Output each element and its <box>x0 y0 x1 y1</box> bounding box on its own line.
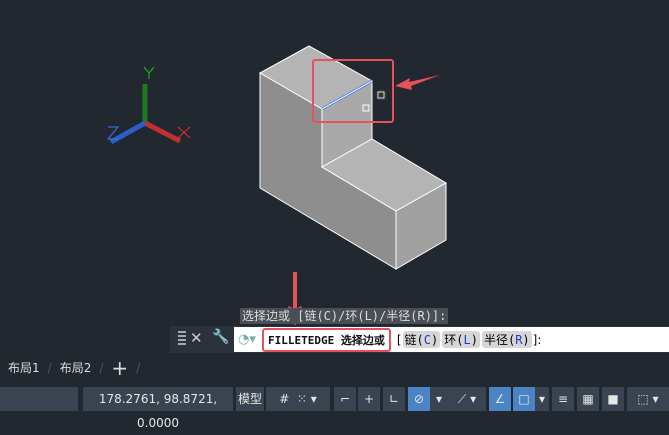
option-loop[interactable]: 环(L) <box>442 331 480 348</box>
3d-solid-model[interactable] <box>258 45 448 270</box>
object-snap-icon[interactable]: □ <box>513 387 535 411</box>
add-layout-button[interactable]: + <box>103 356 136 380</box>
layout-tabs: 布局1/ 布局2/ + / <box>0 355 669 380</box>
command-history-icon[interactable]: ◔▾ <box>238 332 256 348</box>
coordinates-readout[interactable]: 178.2761, 98.8721, 0.0000 <box>83 387 233 430</box>
transparency-icon[interactable]: ▦ <box>577 387 599 411</box>
model-space-button[interactable]: 模型 <box>236 387 264 411</box>
dynamic-ucs-icon[interactable]: ∠ <box>489 387 511 411</box>
grid-snap-buttons[interactable]: # ⁙ ▾ <box>266 387 330 411</box>
bracket-open: [ <box>396 332 402 347</box>
annotation-arrow <box>395 75 440 90</box>
lineweight-icon[interactable]: ≡ <box>552 387 574 411</box>
status-bar: 178.2761, 98.8721, 0.0000 模型 # ⁙ ▾ ⌐ + ∟… <box>0 385 669 430</box>
tab-layout1[interactable]: 布局1 <box>0 359 48 376</box>
polar-dropdown-icon[interactable]: ▾ <box>430 387 448 411</box>
3d-osnap-icon[interactable]: ⬚ ▾ <box>627 387 669 411</box>
command-text: FILLETEDGE 选择边或 <box>262 327 391 352</box>
polar-tracking-icon[interactable]: ⊘ <box>408 387 430 411</box>
drawing-viewport[interactable] <box>0 0 669 325</box>
snap-icon[interactable]: ⌐ <box>334 387 356 411</box>
selection-cycling-icon[interactable]: ■ <box>602 387 624 411</box>
option-chain[interactable]: 链(C) <box>402 331 441 348</box>
solid-cube-icon <box>375 89 387 101</box>
osnap-tracking-icon[interactable]: ⟋ ▾ <box>448 387 486 411</box>
status-blank <box>0 387 78 411</box>
close-icon[interactable]: ✕ <box>190 329 203 347</box>
command-prompt-hint: 选择边或 [链(C)/环(L)/半径(R)]: <box>240 308 449 324</box>
command-input[interactable]: ◔▾ FILLETEDGE 选择边或 [ 链(C) 环(L) 半径(R) ]: <box>234 327 669 352</box>
wrench-icon[interactable]: 🔧 <box>212 329 229 345</box>
option-radius[interactable]: 半径(R) <box>481 331 532 348</box>
ucs-axis-icon <box>106 66 191 145</box>
command-suffix: ]: <box>532 332 542 347</box>
grip-handle[interactable] <box>178 331 186 347</box>
osnap-dropdown-icon[interactable]: ▾ <box>535 387 549 411</box>
ortho-icon[interactable]: ∟ <box>383 387 405 411</box>
tab-layout2[interactable]: 布局2 <box>52 359 100 376</box>
dynamic-input-icon[interactable]: + <box>358 387 380 411</box>
